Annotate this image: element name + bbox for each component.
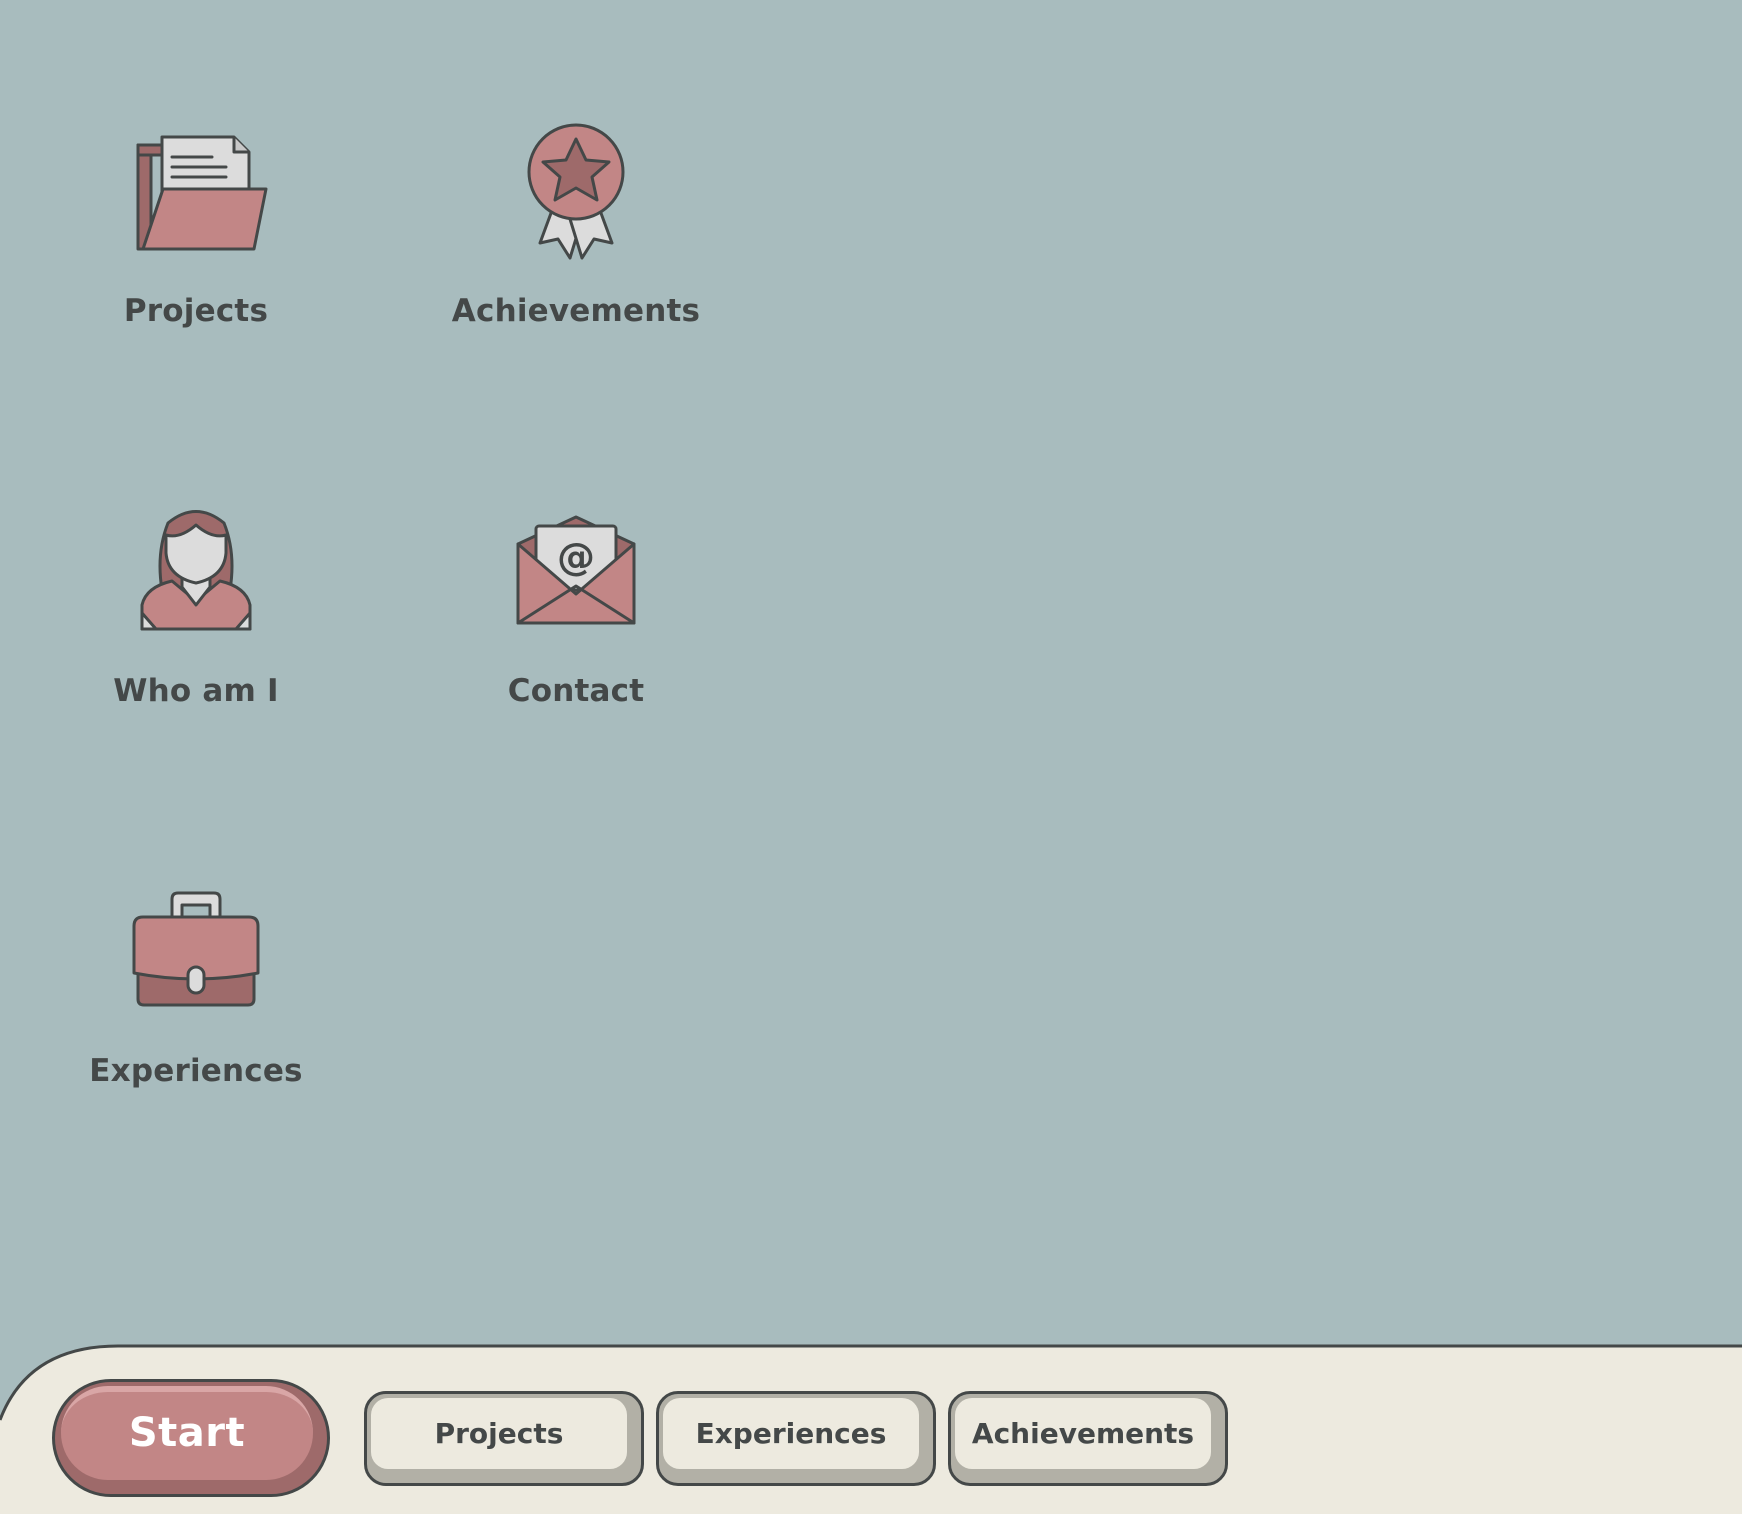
desktop-icon-label: Experiences [89, 1053, 303, 1089]
taskbar-button-label: Projects [434, 1417, 564, 1450]
taskbar-button-label: Experiences [695, 1417, 887, 1450]
woman-avatar-icon [140, 510, 252, 631]
desktop-icon-who-am-i[interactable]: Who am I [66, 495, 326, 709]
taskbar-button-projects[interactable]: Projects [364, 1391, 644, 1486]
taskbar-button-achievements[interactable]: Achievements [948, 1391, 1228, 1486]
folder-icon [136, 135, 268, 251]
email-envelope-icon: @ [516, 515, 636, 625]
start-button-label: Start [128, 1410, 246, 1456]
desktop-icon-label: Achievements [451, 293, 701, 329]
desktop-icon-label: Projects [123, 293, 269, 329]
start-button[interactable]: Start [52, 1379, 330, 1497]
desktop-icon-contact[interactable]: @ Contact [446, 495, 706, 709]
taskbar-button-experiences[interactable]: Experiences [656, 1391, 936, 1486]
award-ribbon-icon [527, 123, 625, 260]
desktop-icon-label: Who am I [113, 673, 279, 709]
taskbar-button-label: Achievements [971, 1417, 1195, 1450]
briefcase-icon [132, 891, 260, 1007]
desktop-icon-achievements[interactable]: Achievements [446, 115, 706, 329]
svg-text:@: @ [557, 535, 595, 579]
desktop-icon-projects[interactable]: Projects [66, 115, 326, 329]
desktop-icon-experiences[interactable]: Experiences [66, 875, 326, 1089]
desktop-icon-label: Contact [507, 673, 645, 709]
